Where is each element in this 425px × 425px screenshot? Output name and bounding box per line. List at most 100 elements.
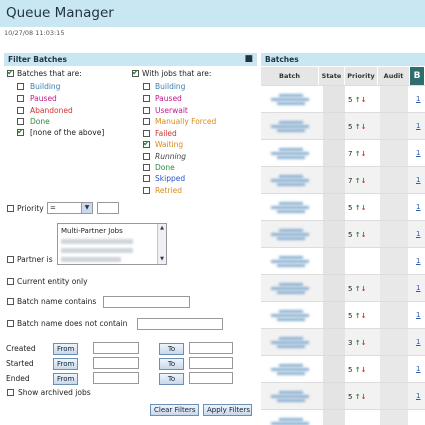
row-link[interactable]: 1 [416,365,420,373]
column-header-b[interactable]: B [410,67,425,85]
scroll-up-icon[interactable]: ▲ [158,225,166,231]
table-row[interactable]: 5 ↑↓ 1 [261,382,425,410]
apply-filters-button[interactable]: Apply Filters [203,404,252,416]
priority-down-icon[interactable]: ↓ [361,123,367,131]
column-header-state[interactable]: State [319,67,345,85]
column-header-batch[interactable]: Batch [261,67,319,85]
batch-name-link[interactable] [271,391,309,402]
job-forced-checkbox[interactable] [143,118,150,125]
batch-name-link[interactable] [271,202,309,213]
name-not-contains-checkbox[interactable] [7,320,14,327]
job-retried-checkbox[interactable] [143,187,150,194]
created-to-input[interactable] [189,342,233,354]
created-from-input[interactable] [93,342,139,354]
row-link[interactable]: 1 [416,392,420,400]
started-to-button[interactable]: To [159,358,184,370]
collapse-icon[interactable]: ■ [244,53,253,66]
table-row[interactable] [261,409,425,425]
batch-name-link[interactable] [271,121,309,132]
started-from-button[interactable]: From [53,358,78,370]
job-failed-checkbox[interactable] [143,130,150,137]
priority-down-icon[interactable]: ↓ [361,96,367,104]
table-row[interactable]: 5 ↑↓ 1 [261,220,425,248]
priority-down-icon[interactable]: ↓ [361,150,367,158]
row-link[interactable]: 1 [416,203,420,211]
table-row[interactable]: 5 ↑↓ 1 [261,274,425,302]
batch-name-link[interactable] [271,310,309,321]
batch-name-link[interactable] [271,256,309,267]
batch-abandoned-checkbox[interactable] [17,107,24,114]
table-row[interactable]: 5 ↑↓ 1 [261,112,425,140]
table-row[interactable]: 1 [261,247,425,275]
row-link[interactable]: 1 [416,257,420,265]
jobs-that-are-checkbox[interactable] [132,68,139,77]
priority-down-icon[interactable]: ↓ [361,366,367,374]
batch-name-link[interactable] [271,418,309,425]
batch-name-link[interactable] [271,283,309,294]
row-link[interactable]: 1 [416,284,420,292]
current-entity-checkbox[interactable] [7,278,14,285]
ended-to-button[interactable]: To [159,373,184,385]
job-done-checkbox[interactable] [143,164,150,171]
priority-checkbox[interactable] [7,205,14,212]
ended-to-input[interactable] [189,372,233,384]
created-to-button[interactable]: To [159,343,184,355]
job-userwait-checkbox[interactable] [143,107,150,114]
name-contains-checkbox[interactable] [7,298,14,305]
name-not-contains-input[interactable] [137,318,223,330]
partner-option-blurred[interactable] [61,257,121,262]
priority-down-icon[interactable]: ↓ [361,312,367,320]
priority-down-icon[interactable]: ↓ [361,393,367,401]
job-waiting-checkbox[interactable] [143,139,150,148]
job-skipped-checkbox[interactable] [143,175,150,182]
batch-name-link[interactable] [271,337,309,348]
table-row[interactable]: 7 ↑↓ 1 [261,166,425,194]
row-link[interactable]: 1 [416,311,420,319]
batch-name-link[interactable] [271,175,309,186]
partner-option-blurred[interactable] [61,248,133,253]
table-row[interactable]: 5 ↑↓ 1 [261,193,425,221]
job-building-checkbox[interactable] [143,83,150,90]
priority-value-input[interactable] [97,202,119,214]
batch-name-link[interactable] [271,148,309,159]
job-running-checkbox[interactable] [143,153,150,160]
priority-down-icon[interactable]: ↓ [361,339,367,347]
priority-down-icon[interactable]: ↓ [361,204,367,212]
partner-option-blurred[interactable] [61,239,133,244]
batch-name-link[interactable] [271,364,309,375]
batch-paused-checkbox[interactable] [17,95,24,102]
job-paused-checkbox[interactable] [143,95,150,102]
partner-checkbox[interactable] [7,256,14,263]
ended-from-input[interactable] [93,372,139,384]
table-row[interactable]: 5 ↑↓ 1 [261,301,425,329]
name-contains-input[interactable] [103,296,190,308]
table-row[interactable]: 3 ↑↓ 1 [261,328,425,356]
priority-down-icon[interactable]: ↓ [361,231,367,239]
started-to-input[interactable] [189,357,233,369]
scroll-down-icon[interactable]: ▼ [158,256,166,262]
batch-none-checkbox[interactable] [17,127,24,136]
table-row[interactable]: 7 ↑↓ 1 [261,139,425,167]
partner-listbox[interactable]: Multi-Partner Jobs ▲ ▼ [57,223,167,265]
started-from-input[interactable] [93,357,139,369]
priority-down-icon[interactable]: ↓ [361,177,367,185]
row-link[interactable]: 1 [416,338,420,346]
batch-done-checkbox[interactable] [17,118,24,125]
batches-that-are-checkbox[interactable] [7,68,14,77]
table-row[interactable]: 5 ↑↓ 1 [261,85,425,113]
column-header-priority[interactable]: Priority [345,67,378,85]
batch-name-link[interactable] [271,94,309,105]
partner-scrollbar[interactable]: ▲ ▼ [157,224,166,264]
clear-filters-button[interactable]: Clear Filters [150,404,199,416]
priority-operator-select[interactable]: = ▼ [47,202,93,214]
priority-down-icon[interactable]: ↓ [361,285,367,293]
partner-option[interactable]: Multi-Partner Jobs [61,227,123,235]
row-link[interactable]: 1 [416,95,420,103]
ended-from-button[interactable]: From [53,373,78,385]
created-from-button[interactable]: From [53,343,78,355]
row-link[interactable]: 1 [416,149,420,157]
row-link[interactable]: 1 [416,122,420,130]
row-link[interactable]: 1 [416,230,420,238]
table-row[interactable]: 5 ↑↓ 1 [261,355,425,383]
batch-building-checkbox[interactable] [17,83,24,90]
